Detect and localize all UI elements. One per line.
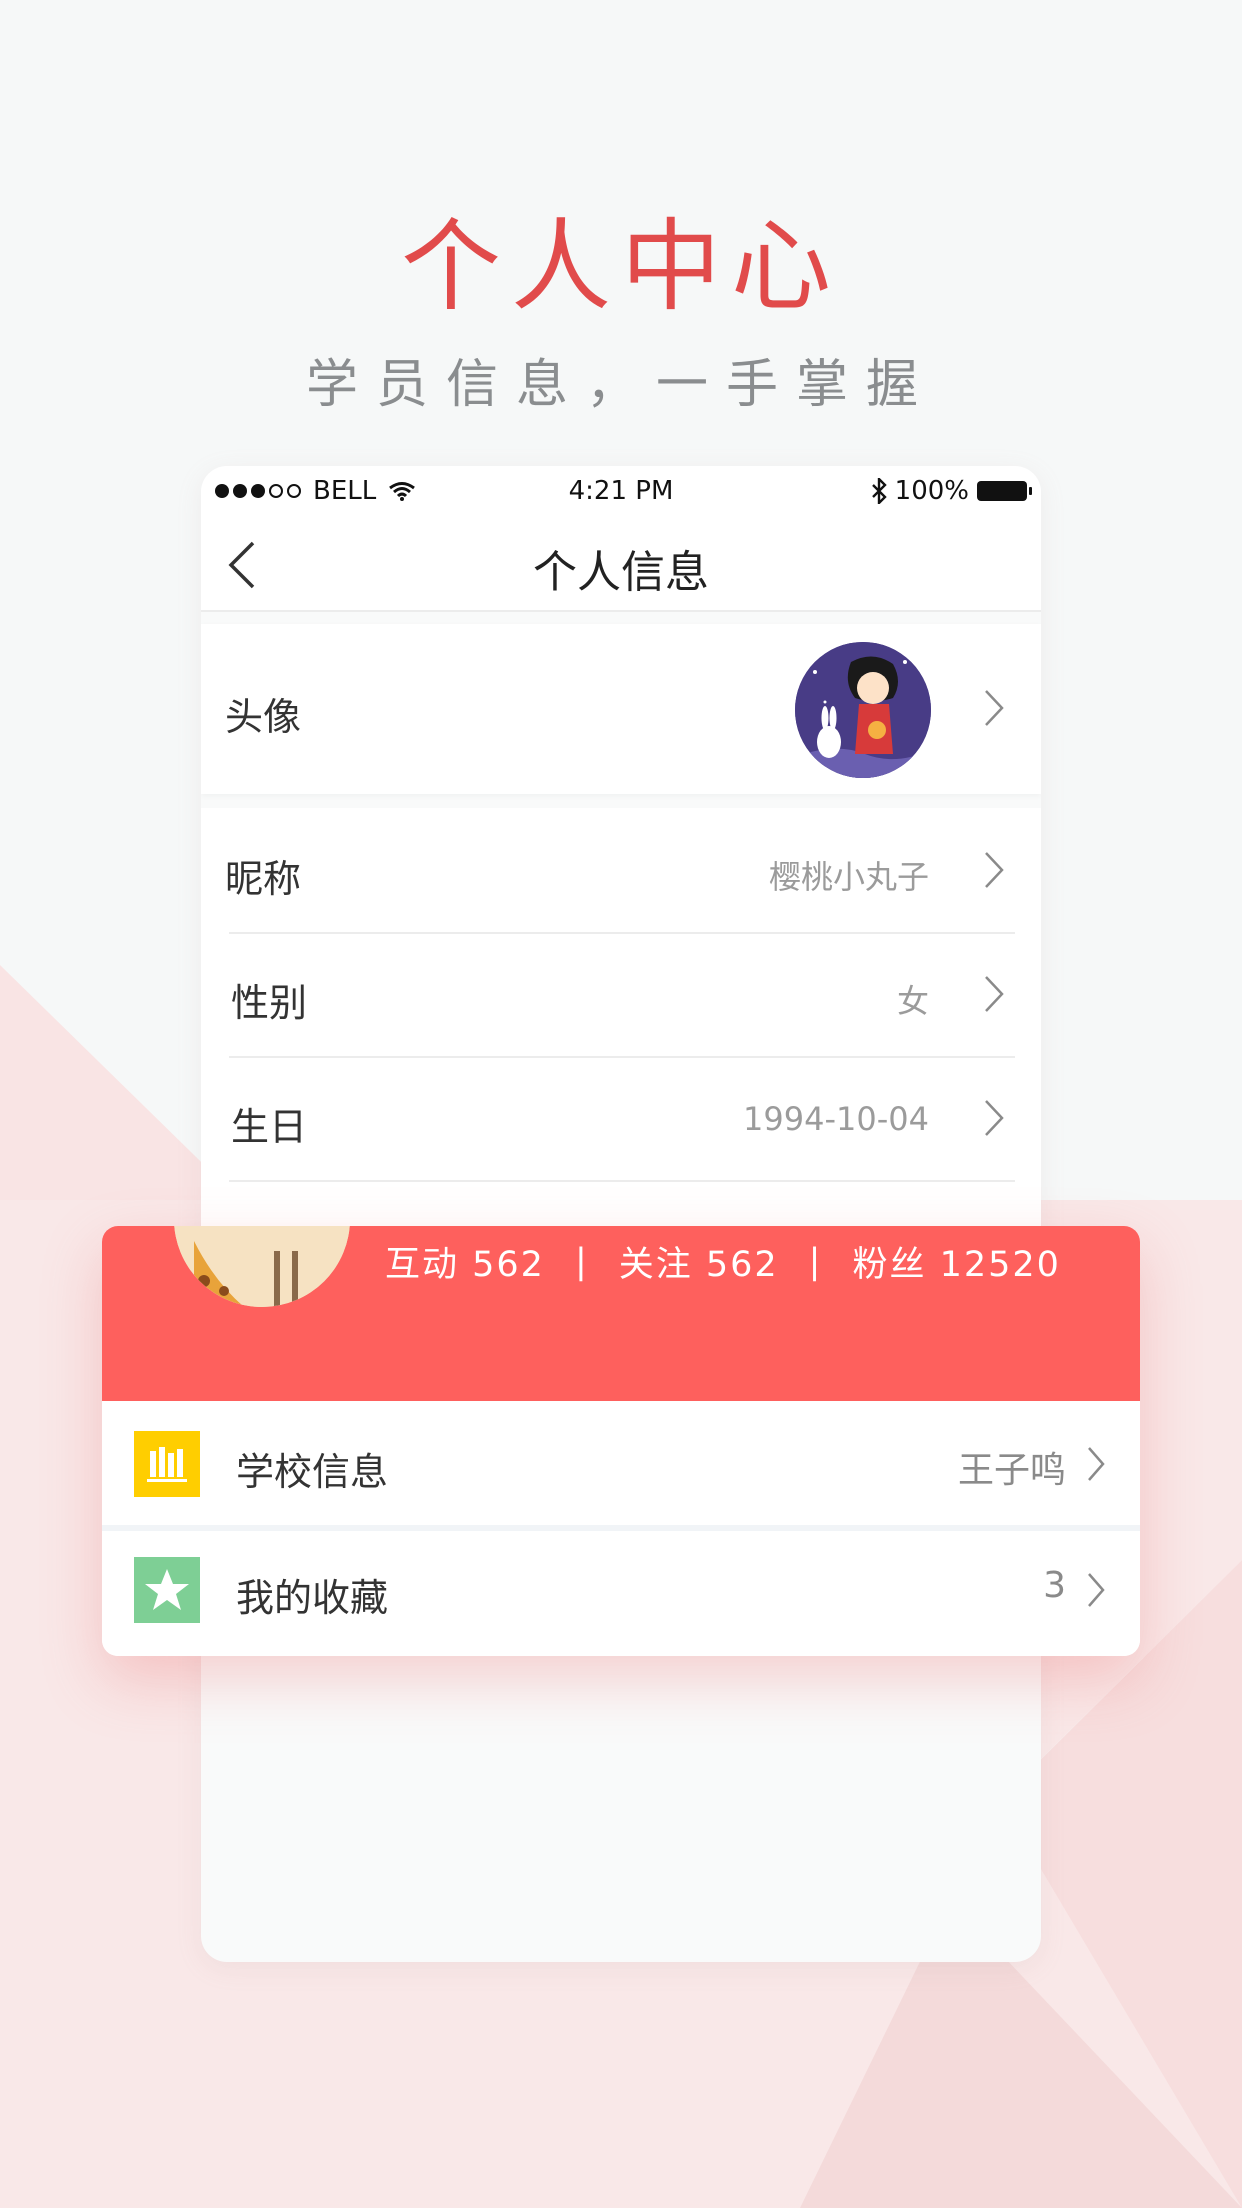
avatar-row[interactable]: 头像: [201, 624, 1041, 794]
page-title: 个人信息: [533, 547, 709, 598]
birthday-value: 1994-10-04: [743, 1100, 929, 1138]
divider: [229, 1180, 1015, 1182]
stat-separator: |: [808, 1241, 823, 1282]
gender-row[interactable]: 性别 女: [201, 934, 1041, 1056]
card-avatar-illustration: [174, 1226, 350, 1307]
battery-icon: [977, 481, 1032, 501]
row-label: 性别: [231, 981, 308, 1025]
stats-bar: 互动 562 | 关注 562 | 粉丝 12520: [385, 1236, 1061, 1287]
chevron-right-icon: [985, 976, 1004, 1012]
nav-bar: 个人信息: [201, 516, 1041, 612]
profile-card: 互动 562 | 关注 562 | 粉丝 12520 学校信息 王子鸣 我的收藏…: [102, 1226, 1140, 1656]
chevron-right-icon: [1088, 1447, 1105, 1481]
favorites-count: 3: [1043, 1565, 1066, 1606]
gender-value: 女: [896, 982, 929, 1020]
chevron-right-icon: [985, 690, 1004, 726]
battery-percent: 100%: [894, 476, 969, 506]
chevron-right-icon: [985, 852, 1004, 888]
school-info-value: 王子鸣: [957, 1450, 1066, 1491]
star-icon: [134, 1557, 200, 1623]
stat-following[interactable]: 关注 562: [619, 1236, 779, 1287]
nickname-row[interactable]: 昵称 樱桃小丸子: [201, 808, 1041, 932]
row-label: 昵称: [225, 857, 302, 901]
card-header: 互动 562 | 关注 562 | 粉丝 12520: [102, 1226, 1140, 1401]
school-info-label: 学校信息: [236, 1450, 389, 1494]
avatar-illustration: [795, 642, 931, 778]
stat-interactions[interactable]: 互动 562: [385, 1236, 545, 1287]
hero-title: 个人中心: [401, 208, 841, 325]
status-bar: BELL 4:21 PM 100%: [201, 466, 1041, 516]
avatar: [795, 642, 931, 778]
stat-separator: |: [574, 1241, 589, 1282]
nickname-value: 樱桃小丸子: [768, 858, 929, 896]
bluetooth-icon: [871, 478, 887, 504]
row-label: 头像: [225, 695, 302, 739]
school-info-row[interactable]: 学校信息 王子鸣: [102, 1401, 1140, 1525]
hero-subtitle: 学员信息，一手掌握: [305, 355, 936, 415]
phone-mockup: BELL 4:21 PM 100% 个人信息 头像 昵称 樱桃小丸子 性别 女 …: [201, 466, 1041, 1962]
chevron-right-icon: [1088, 1573, 1105, 1607]
chevron-right-icon: [985, 1100, 1004, 1136]
books-icon: [134, 1431, 200, 1497]
stat-followers[interactable]: 粉丝 12520: [852, 1236, 1060, 1287]
row-label: 生日: [231, 1105, 308, 1149]
birthday-row[interactable]: 生日 1994-10-04: [201, 1058, 1041, 1180]
card-avatar: [174, 1226, 350, 1307]
favorites-label: 我的收藏: [236, 1576, 389, 1620]
favorites-row[interactable]: 我的收藏 3: [102, 1531, 1140, 1656]
